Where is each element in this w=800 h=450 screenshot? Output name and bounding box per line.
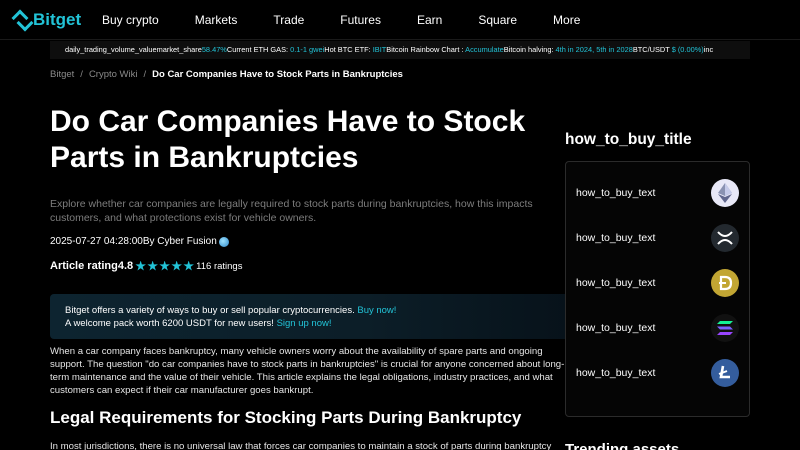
article-intro-paragraph: When a car company faces bankruptcy, man… [50,346,565,396]
ticker-value[interactable]: Accumulate [465,45,504,54]
nav-menu: Buy crypto Markets Trade Futures Earn Sq… [102,13,616,27]
coin-row-litecoin[interactable]: how_to_buy_text [566,350,749,395]
ticker-label: Hot BTC ETF: [324,45,373,54]
ticker-label: BTC/USDT [632,45,672,54]
star-icon[interactable] [147,260,158,271]
nav-item-futures[interactable]: Futures [340,13,381,27]
coin-label: how_to_buy_text [576,276,656,289]
coin-row-ethereum[interactable]: how_to_buy_text [566,170,749,215]
nav-item-earn[interactable]: Earn [417,13,442,27]
rating-label: Article rating [50,260,118,272]
star-icon[interactable] [135,260,146,271]
rating-stars[interactable] [135,260,195,272]
article-meta: 2025-07-27 04:28:00 By Cyber Fusion [50,236,229,247]
article-description: Explore whether car companies are legall… [50,198,533,224]
breadcrumb-current: Do Car Companies Have to Stock Parts in … [152,69,403,80]
sign-up-link[interactable]: Sign up now! [277,318,332,329]
coin-label: how_to_buy_text [576,186,656,199]
ticker-value[interactable]: 58.47% [202,45,227,54]
how-to-buy-card: how_to_buy_text how_to_buy_text how_to_b… [565,161,750,417]
star-icon[interactable] [159,260,170,271]
xrp-icon [711,223,739,252]
ticker-label: Current ETH GAS: [226,45,291,54]
ticker-value[interactable]: IBIT [373,45,387,54]
section-heading: Legal Requirements for Stocking Parts Du… [50,408,522,427]
trending-assets-title: Trending assets [565,441,680,450]
ticker-value[interactable]: $ (0.00%) [672,45,704,54]
dogecoin-icon [711,268,739,297]
solana-icon [711,313,739,342]
coin-label: how_to_buy_text [576,231,656,244]
brand-name: Bitget [33,9,82,29]
bitget-logo-icon [14,12,30,28]
promo-text-1: Bitget offers a variety of ways to buy o… [65,305,355,316]
promo-text-2: A welcome pack worth 6200 USDT for new u… [65,318,274,329]
market-ticker: daily_trading_volume_valuemarket_share58… [50,41,750,59]
breadcrumb: Bitget / Crypto Wiki / Do Car Companies Have… [50,69,403,80]
breadcrumb-home[interactable]: Bitget [50,69,74,80]
ticker-label: inc [703,45,714,54]
nav-item-markets[interactable]: Markets [195,13,238,27]
breadcrumb-section[interactable]: Crypto Wiki [89,69,138,80]
rating-value: 4.8 [117,260,134,272]
author-avatar-icon [218,236,229,247]
article-paragraph: In most jurisdictions, there is no unive… [50,441,552,450]
ticker-value[interactable]: 4th in 2024, 5th in 2028 [556,45,633,54]
ethereum-icon [711,178,739,207]
ticker-label: Bitcoin halving: [503,45,556,54]
ticker-value[interactable]: 0.1-1 gwei [290,45,324,54]
star-icon[interactable] [171,260,182,271]
how-to-buy-title: how_to_buy_title [565,131,692,148]
bitget-logo[interactable]: Bitget [14,10,88,30]
promo-line-1: Bitget offers a variety of ways to buy o… [65,304,555,317]
nav-item-more[interactable]: More [553,13,580,27]
page-title: Do Car Companies Have to Stock Parts in … [50,105,526,174]
breadcrumb-separator: / [143,69,147,80]
top-nav: Bitget Buy crypto Markets Trade Futures … [0,0,800,40]
star-icon[interactable] [183,260,194,271]
nav-item-buy-crypto[interactable]: Buy crypto [102,13,159,27]
coin-row-xrp[interactable]: how_to_buy_text [566,215,749,260]
coin-label: how_to_buy_text [576,321,656,334]
nav-item-square[interactable]: Square [478,13,517,27]
article-timestamp: 2025-07-27 04:28:00 [50,236,143,247]
breadcrumb-separator: / [80,69,83,80]
coin-row-dogecoin[interactable]: how_to_buy_text [566,260,749,305]
buy-now-link[interactable]: Buy now! [357,305,396,316]
nav-item-trade[interactable]: Trade [273,13,304,27]
ticker-label: Bitcoin Rainbow Chart : [386,45,466,54]
coin-label: how_to_buy_text [576,366,656,379]
rating-count: 116 ratings [196,260,243,272]
coin-row-solana[interactable]: how_to_buy_text [566,305,749,350]
promo-banner: Bitget offers a variety of ways to buy o… [50,294,570,339]
promo-line-2: A welcome pack worth 6200 USDT for new u… [65,317,555,330]
article-rating: Article rating 4.8 116 ratings [50,260,242,272]
article-author[interactable]: By Cyber Fusion [143,236,217,247]
litecoin-icon [711,358,739,387]
ticker-label: daily_trading_volume_valuemarket_share [65,45,202,54]
